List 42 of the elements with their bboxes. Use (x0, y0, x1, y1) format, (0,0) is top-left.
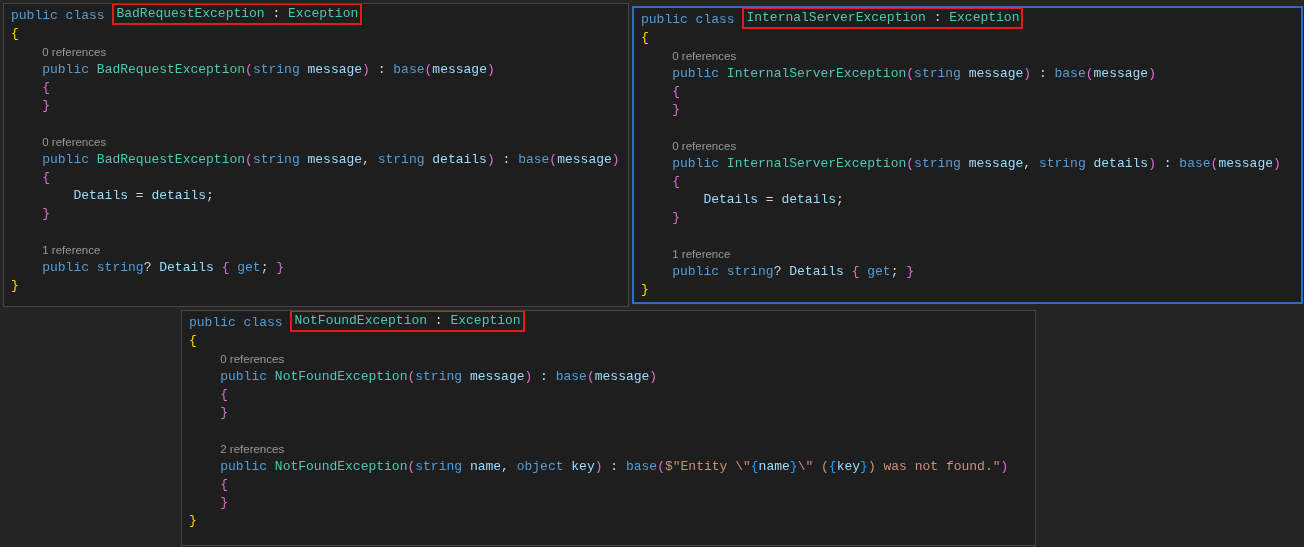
code-line: public InternalServerException(string message) : base(message) (671, 65, 1157, 83)
reference-count-link[interactable]: 1 reference (672, 245, 731, 263)
code-line: { (41, 169, 51, 187)
code-line: { (671, 173, 681, 191)
code-line: public NotFoundException(string name, object key) : base($"Entity \"{name}\" ({key}) was not found.") (219, 458, 1010, 476)
reference-count-link[interactable]: 0 references (672, 47, 737, 65)
code-line: Details = details; (72, 187, 215, 205)
code-line: public string? Details { get; } (41, 259, 286, 277)
code-line: { (41, 79, 51, 97)
code-line: } (671, 101, 681, 119)
code-line: { (671, 83, 681, 101)
reference-count-link[interactable]: 0 references (42, 133, 107, 151)
code-line: public InternalServerException(string message, string details) : base(message) (671, 155, 1282, 173)
code-line: } (671, 209, 681, 227)
code-line: } (11, 277, 20, 295)
code-line: public string? Details { get; } (671, 263, 916, 281)
code-line: { (641, 29, 650, 47)
code-line: } (41, 97, 51, 115)
code-line: } (219, 494, 229, 512)
reference-count-link[interactable]: 1 reference (42, 241, 101, 259)
code-line: { (189, 332, 198, 350)
code-line: public NotFoundException(string message) : base(message) (219, 368, 659, 386)
code-line: } (189, 512, 198, 530)
code-line: public BadRequestException(string message) : base(message) (41, 61, 496, 79)
reference-count-link[interactable]: 0 references (672, 137, 737, 155)
code-text: public class (11, 7, 106, 25)
highlight-box: InternalServerException : Exception (742, 8, 1024, 29)
code-line: public BadRequestException(string message, string details) : base(message) (41, 151, 621, 169)
highlight-box: BadRequestException : Exception (112, 4, 363, 25)
code-line: { (11, 25, 20, 43)
highlight-box: NotFoundException : Exception (290, 311, 525, 332)
code-line: } (41, 205, 51, 223)
reference-count-link[interactable]: 0 references (42, 43, 107, 61)
code-line: } (641, 281, 650, 299)
code-line: { (219, 386, 229, 404)
reference-count-link[interactable]: 2 references (220, 440, 285, 458)
code-line: { (219, 476, 229, 494)
code-line: } (219, 404, 229, 422)
reference-count-link[interactable]: 0 references (220, 350, 285, 368)
code-text: public class (641, 11, 736, 29)
code-text: public class (189, 314, 284, 332)
code-line: Details = details; (702, 191, 845, 209)
